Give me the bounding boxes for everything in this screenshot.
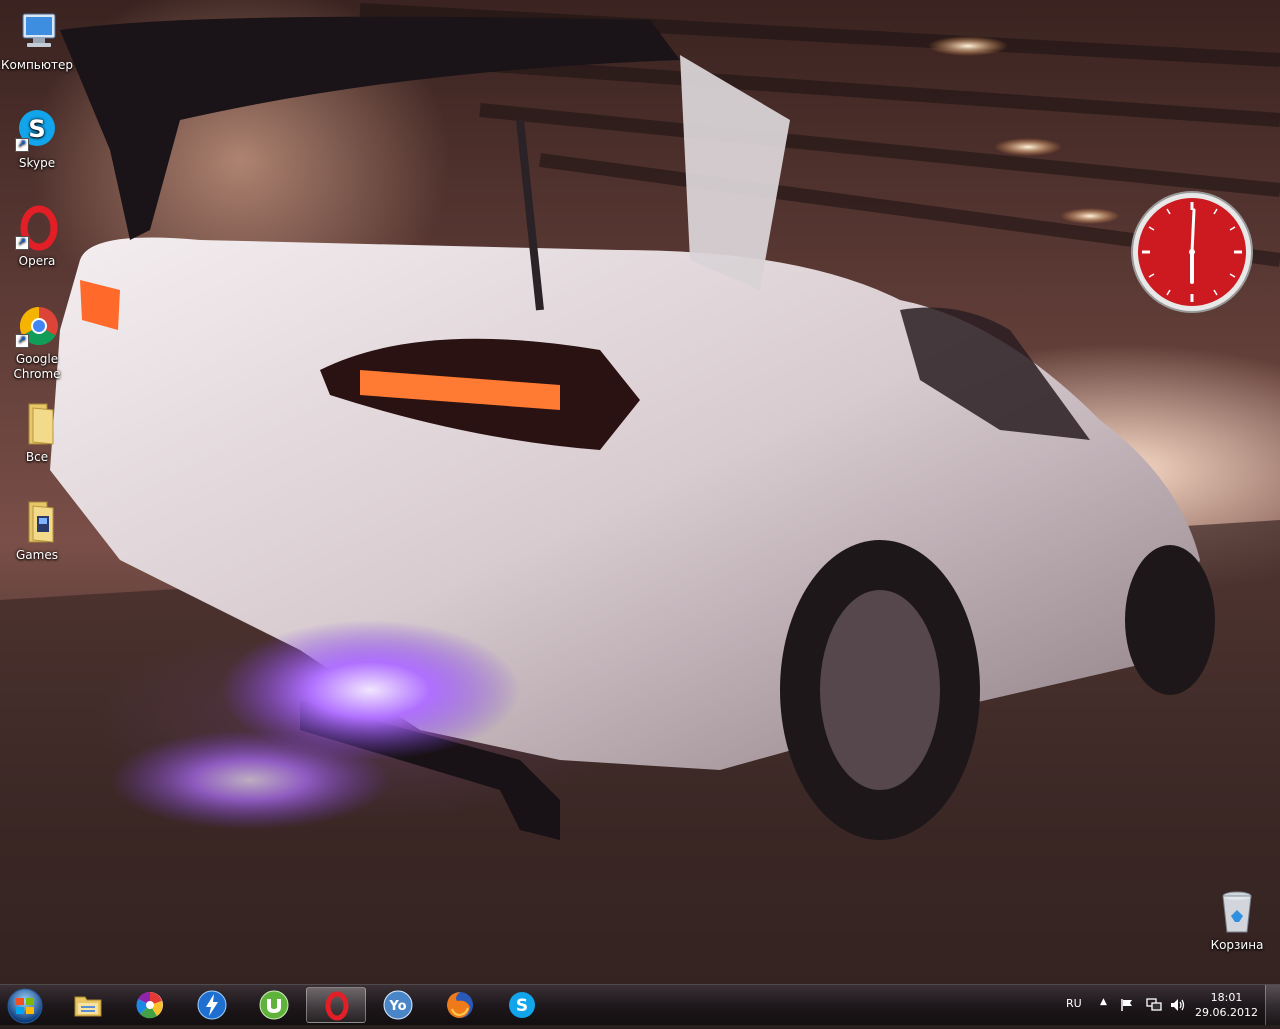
- opera-icon: ↗: [13, 204, 61, 252]
- taskbar-firefox-button[interactable]: [430, 987, 490, 1023]
- clock-gadget[interactable]: [1130, 190, 1254, 314]
- desktop-icon-label: Все: [25, 450, 49, 464]
- shortcut-arrow-icon: ↗: [15, 236, 29, 250]
- lightning-icon: [197, 990, 227, 1020]
- games-folder-icon: [13, 498, 61, 546]
- desktop-icon-label: Opera: [18, 254, 56, 268]
- tray-clock[interactable]: 18:01 29.06.2012: [1195, 990, 1258, 1020]
- desktop-icon-computer[interactable]: Компьютер: [0, 8, 74, 73]
- taskbar-skype-button[interactable]: S: [492, 987, 552, 1023]
- desktop-icon-opera[interactable]: ↗ Opera: [0, 204, 74, 269]
- taskbar-yandex-online-button[interactable]: Yo: [368, 987, 428, 1023]
- language-indicator[interactable]: RU: [1066, 997, 1082, 1010]
- desktop-icon-chrome[interactable]: ↗ Google Chrome: [0, 302, 74, 382]
- shortcut-arrow-icon: ↗: [15, 138, 29, 152]
- taskbar-utorrent-button[interactable]: [244, 987, 304, 1023]
- computer-icon: [13, 8, 61, 56]
- network-icon[interactable]: [1146, 998, 1162, 1012]
- utorrent-icon: [259, 990, 289, 1020]
- desktop-icon-label: Компьютер: [1, 58, 73, 72]
- svg-text:S: S: [516, 996, 528, 1016]
- picasa-icon: [136, 991, 163, 1019]
- taskbar-explorer-button[interactable]: [58, 987, 118, 1023]
- desktop-icon-games[interactable]: Games: [0, 498, 74, 563]
- system-tray: RU ▲ 18:01 29.06.2012: [1050, 985, 1280, 1025]
- action-center-flag-icon[interactable]: [1120, 998, 1134, 1012]
- desktop-icon-label: Корзина: [1210, 938, 1264, 952]
- desktop-icon-label: Games: [16, 548, 58, 562]
- skype-icon: S: [509, 992, 535, 1018]
- file-explorer-icon: [74, 996, 102, 1017]
- folder-icon: [13, 400, 61, 448]
- shortcut-arrow-icon: ↗: [15, 334, 29, 348]
- wallpaper-car-art: [0, 3, 1280, 984]
- clock-minute-hand: [1190, 208, 1196, 254]
- desktop-icon-label: Google Chrome: [13, 352, 61, 381]
- svg-text:Yo: Yo: [388, 999, 406, 1014]
- taskbar-opera-button[interactable]: [306, 987, 366, 1023]
- taskbar-picasa-button[interactable]: [120, 987, 180, 1023]
- windows-logo-icon: [7, 988, 43, 1024]
- desktop-icon-skype[interactable]: S ↗ Skype: [0, 106, 74, 171]
- firefox-icon: [447, 992, 473, 1018]
- tray-time: 18:01: [1210, 991, 1243, 1004]
- skype-icon: S ↗: [13, 106, 61, 154]
- tray-expand-icon[interactable]: ▲: [1100, 997, 1107, 1007]
- desktop-icon-recycle-bin[interactable]: Корзина: [1200, 888, 1274, 953]
- taskbar-download-master-button[interactable]: [182, 987, 242, 1023]
- svg-text:S: S: [28, 115, 45, 143]
- tray-date: 29.06.2012: [1195, 1006, 1258, 1019]
- desktop-wallpaper: [0, 0, 1280, 984]
- volume-icon[interactable]: [1170, 998, 1186, 1012]
- desktop-icon-label: Skype: [18, 156, 56, 170]
- desktop-icon-folder-all[interactable]: Все: [0, 400, 74, 465]
- opera-icon: [325, 991, 349, 1021]
- show-desktop-button[interactable]: [1265, 985, 1280, 1025]
- taskbar: Yo S RU ▲ 18:01 29.06.2012: [0, 984, 1280, 1025]
- recycle-bin-icon: [1213, 888, 1261, 936]
- start-button[interactable]: [4, 987, 46, 1025]
- chrome-icon: ↗: [13, 302, 61, 350]
- yo-icon: Yo: [383, 990, 413, 1020]
